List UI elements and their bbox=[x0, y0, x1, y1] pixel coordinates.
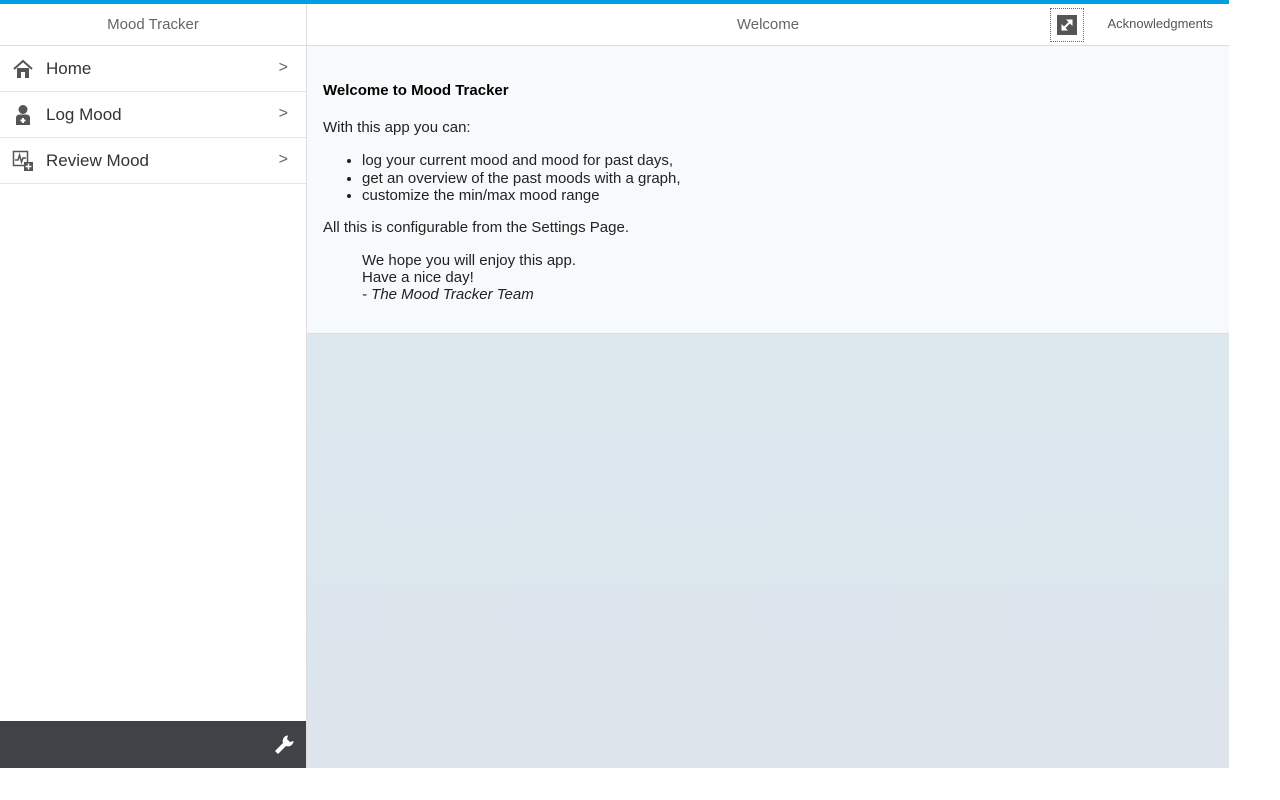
feature-list: log your current mood and mood for past … bbox=[323, 152, 1213, 205]
app-shell: Mood Tracker Home > Log Mood > Review Mo… bbox=[0, 0, 1229, 768]
intro-text: With this app you can: bbox=[323, 119, 471, 136]
chevron-right-icon: > bbox=[278, 151, 288, 168]
list-item: customize the min/max mood range bbox=[362, 187, 1213, 205]
nav-item-home[interactable]: Home > bbox=[0, 46, 306, 92]
signoff-line: We hope you will enjoy this app. bbox=[362, 251, 577, 269]
nav-item-label: Review Mood bbox=[46, 150, 149, 170]
expand-icon bbox=[1057, 15, 1077, 35]
list-item: get an overview of the past moods with a… bbox=[362, 170, 1213, 188]
chart-add-icon bbox=[12, 150, 34, 172]
chevron-right-icon: > bbox=[278, 59, 288, 76]
signoff-block: We hope you will enjoy this app. Have a … bbox=[362, 252, 1213, 303]
page-title: Welcome bbox=[736, 16, 800, 33]
nav-item-log-mood[interactable]: Log Mood > bbox=[0, 92, 306, 138]
master-footer-toolbar bbox=[0, 721, 306, 768]
detail-header: Welcome Acknowledgments bbox=[307, 4, 1229, 46]
signoff-line: Have a nice day! bbox=[362, 268, 474, 286]
detail-pane: Welcome Acknowledgments Welcome to Mood … bbox=[307, 4, 1229, 768]
welcome-heading: Welcome to Mood Tracker bbox=[323, 82, 509, 99]
config-text: All this is configurable from the Settin… bbox=[323, 218, 629, 236]
chevron-right-icon: > bbox=[278, 105, 288, 122]
master-pane: Mood Tracker Home > Log Mood > Review Mo… bbox=[0, 4, 307, 768]
master-header: Mood Tracker bbox=[0, 4, 306, 46]
signoff-team: - The Mood Tracker Team bbox=[362, 285, 534, 303]
nav-item-label: Log Mood bbox=[46, 104, 122, 124]
nav-item-review-mood[interactable]: Review Mood > bbox=[0, 138, 306, 184]
master-title: Mood Tracker bbox=[107, 16, 199, 33]
fullscreen-button[interactable] bbox=[1050, 8, 1084, 42]
nav-item-label: Home bbox=[46, 58, 92, 78]
list-item: log your current mood and mood for past … bbox=[362, 152, 1213, 170]
doctor-icon bbox=[12, 104, 34, 126]
home-icon bbox=[12, 58, 34, 80]
acknowledgments-button[interactable]: Acknowledgments bbox=[1108, 16, 1214, 31]
wrench-icon[interactable] bbox=[272, 733, 296, 757]
welcome-panel: Welcome to Mood Tracker With this app yo… bbox=[307, 46, 1229, 334]
nav-list: Home > Log Mood > Review Mood > bbox=[0, 46, 306, 184]
